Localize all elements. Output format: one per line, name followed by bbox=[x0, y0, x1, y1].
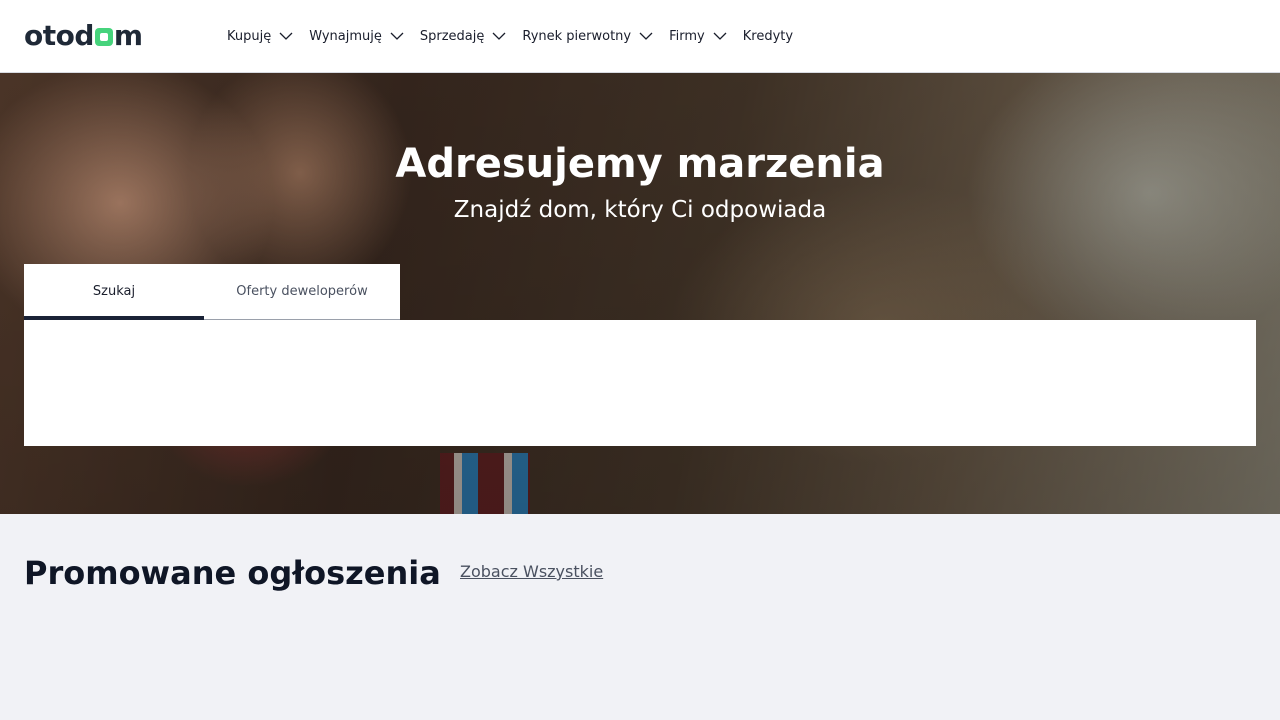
nav-item-label: Wynajmuję bbox=[309, 28, 382, 44]
main-nav: Kupuję Wynajmuję Sprzedaję Rynek pierwot… bbox=[227, 0, 809, 72]
hero-banner: Adresujemy marzenia Znajdź dom, który Ci… bbox=[0, 73, 1280, 514]
logo-text-right: m bbox=[113, 18, 143, 52]
search-panel bbox=[24, 320, 1256, 446]
nav-item-label: Firmy bbox=[669, 28, 705, 44]
nav-item-kredyty[interactable]: Kredyty bbox=[743, 29, 793, 44]
logo-text-left: otod bbox=[24, 18, 94, 52]
hero-title: Adresujemy marzenia bbox=[395, 141, 885, 187]
tab-oferty-deweloperow[interactable]: Oferty deweloperów bbox=[204, 264, 400, 320]
nav-item-kupuje[interactable]: Kupuję bbox=[227, 29, 293, 44]
chevron-down-icon bbox=[713, 32, 727, 40]
promoted-listings-title: Promowane ogłoszenia bbox=[24, 554, 441, 592]
chevron-down-icon bbox=[279, 32, 293, 40]
tab-szukaj[interactable]: Szukaj bbox=[24, 264, 204, 320]
chevron-down-icon bbox=[639, 32, 653, 40]
nav-item-wynajmuje[interactable]: Wynajmuję bbox=[309, 29, 404, 44]
nav-item-rynek-pierwotny[interactable]: Rynek pierwotny bbox=[522, 29, 653, 44]
search-tabs: Szukaj Oferty deweloperów bbox=[24, 264, 400, 320]
hero-subtitle: Znajdź dom, który Ci odpowiada bbox=[453, 197, 827, 223]
nav-item-firmy[interactable]: Firmy bbox=[669, 29, 727, 44]
nav-item-label: Kredyty bbox=[742, 28, 794, 44]
logo-square-icon bbox=[94, 28, 113, 46]
site-header: otod m Kupuję Wynajmuję Sprzedaję Rynek p… bbox=[0, 0, 1280, 73]
otodom-logo[interactable]: otod m bbox=[24, 18, 143, 52]
chevron-down-icon bbox=[390, 32, 404, 40]
nav-item-label: Sprzedaję bbox=[419, 28, 485, 44]
nav-item-label: Kupuję bbox=[227, 28, 272, 44]
chevron-down-icon bbox=[492, 32, 506, 40]
nav-item-label: Rynek pierwotny bbox=[522, 28, 632, 44]
see-all-link[interactable]: Zobacz Wszystkie bbox=[460, 562, 603, 581]
nav-item-sprzedaje[interactable]: Sprzedaję bbox=[420, 29, 507, 44]
